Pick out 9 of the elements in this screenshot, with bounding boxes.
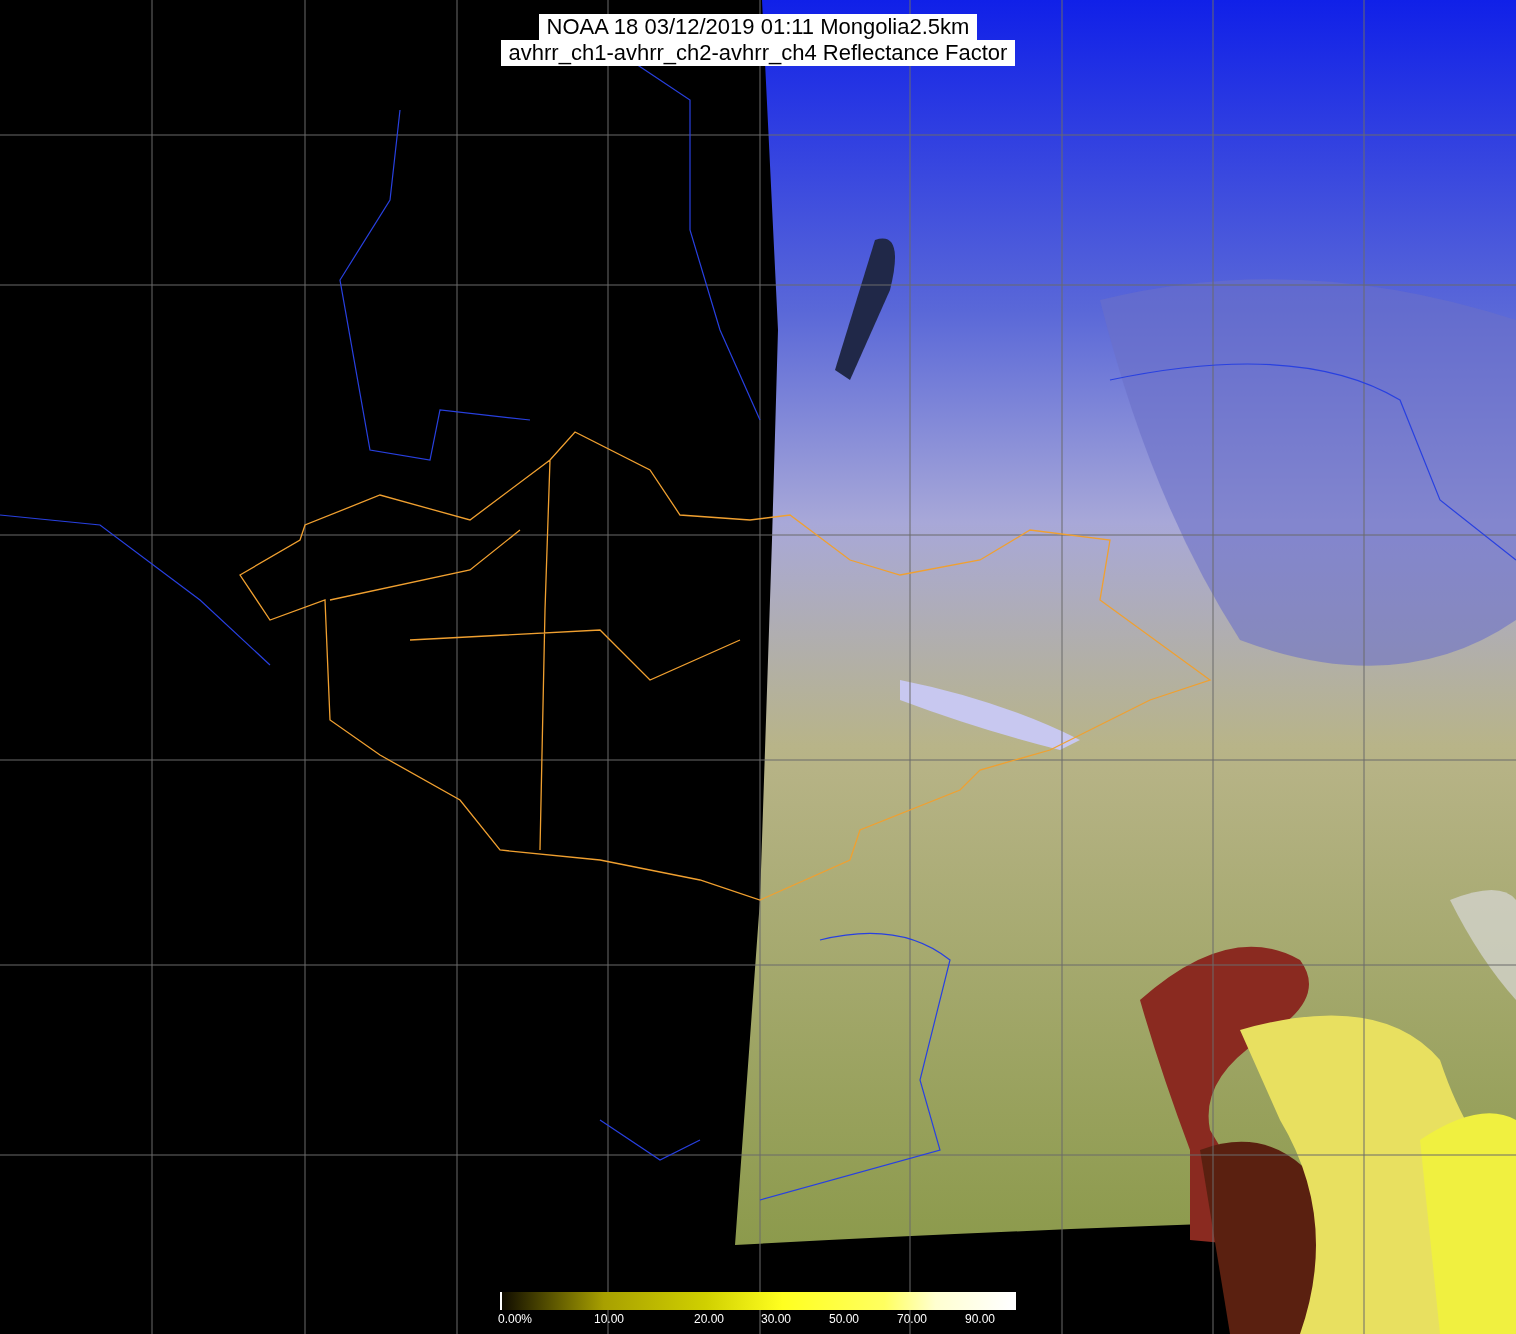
map-title: NOAA 18 03/12/2019 01:11 Mongolia2.5km [538, 14, 978, 40]
scale-label: 10.00 [594, 1312, 625, 1326]
scale-label: 20.00 [694, 1312, 725, 1326]
scale-label: 70.00 [897, 1312, 928, 1326]
scale-label: 90.00 [965, 1312, 996, 1326]
scale-label: 50.00 [829, 1312, 860, 1326]
scale-label: 0.00% [498, 1312, 533, 1326]
scale-label: 30.00 [761, 1312, 792, 1326]
map-title: avhrr_ch1-avhrr_ch2-avhrr_ch4 Reflectance Factor [500, 40, 1016, 66]
